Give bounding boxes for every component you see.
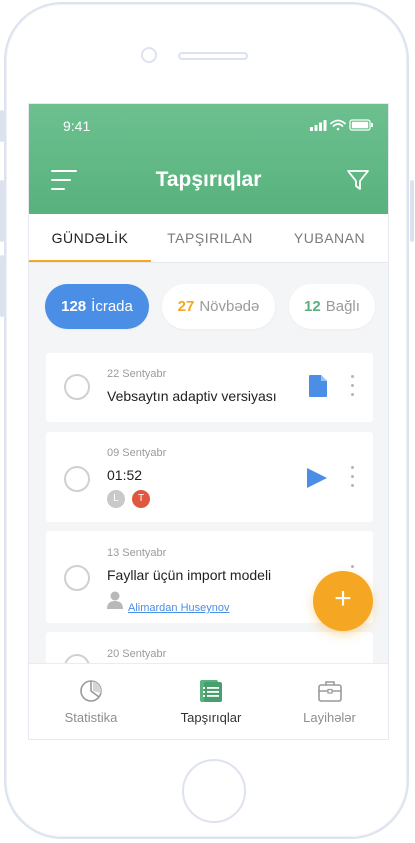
active-tab-indicator — [29, 260, 151, 262]
chip-count: 128 — [61, 298, 87, 315]
tab-yubanan[interactable]: YUBANAN — [269, 214, 388, 262]
task-card[interactable]: 22 Sentyabr Vebsaytın adaptiv versiyası — [46, 353, 373, 422]
earpiece-speaker — [178, 52, 248, 60]
tab-tapsirilan[interactable]: TAPŞIRILAN — [151, 214, 269, 262]
chip-count: 27 — [177, 298, 195, 315]
avatar: L — [107, 490, 125, 508]
filter-chip-icrada[interactable]: 128 İcrada — [45, 284, 149, 329]
more-options-icon[interactable] — [351, 375, 355, 401]
nav-item-tapsiriqlar[interactable]: Tapşırıqlar — [153, 664, 269, 739]
add-task-button[interactable]: + — [313, 571, 373, 631]
nav-label: Layihələr — [303, 710, 356, 725]
avatar: T — [132, 490, 150, 508]
nav-label: Statistika — [64, 710, 118, 725]
tab-gundelik[interactable]: GÜNDƏLİK — [29, 214, 151, 262]
page-title: Tapşırıqlar — [155, 168, 262, 191]
task-date: 22 Sentyabr — [107, 368, 167, 380]
filter-icon[interactable] — [346, 168, 370, 192]
tab-bar: GÜNDƏLİK TAPŞIRILAN YUBANAN — [29, 214, 388, 263]
pie-chart-icon — [80, 680, 102, 702]
front-camera — [141, 47, 157, 63]
task-list-icon — [200, 680, 222, 702]
chip-label: Bağlı — [325, 298, 360, 315]
task-date: 13 Sentyabr — [107, 547, 167, 559]
task-title: 01:52 — [107, 467, 143, 483]
task-checkbox[interactable] — [64, 466, 90, 492]
document-icon[interactable] — [309, 375, 327, 397]
home-button[interactable] — [182, 759, 246, 823]
task-date: 09 Sentyabr — [107, 447, 167, 459]
signal-icon — [310, 120, 327, 131]
nav-label: Tapşırıqlar — [180, 710, 242, 725]
chip-label: Növbədə — [199, 298, 260, 315]
chip-count: 12 — [304, 298, 321, 315]
task-title: Fayllar üçün import modeli — [107, 567, 272, 583]
app-bar: 9:41 Tapşırıqlar — [29, 104, 388, 214]
wifi-icon — [330, 119, 346, 131]
task-date: 20 Sentyabr — [107, 648, 167, 660]
status-icons — [310, 119, 373, 131]
more-options-icon[interactable] — [351, 466, 355, 492]
filter-chip-bagli[interactable]: 12 Bağlı — [289, 284, 375, 329]
bottom-navigation: Statistika Tapşırıqlar Layihələr — [29, 663, 388, 739]
battery-icon — [349, 119, 373, 131]
side-button-power — [410, 180, 414, 242]
task-checkbox[interactable] — [64, 565, 90, 591]
chip-label: İcrada — [91, 298, 133, 315]
user-icon — [107, 591, 123, 609]
filter-chip-novbede[interactable]: 27 Növbədə — [162, 284, 275, 329]
task-title: Vebsaytın adaptiv versiyası — [107, 388, 277, 404]
nav-item-layiheler[interactable]: Layihələr — [269, 664, 388, 739]
app-screen: 9:41 Tapşırıqlar GÜNDƏLİK TAPŞIRILAN YUB… — [28, 103, 389, 740]
plus-icon: + — [334, 582, 352, 615]
play-icon[interactable] — [306, 467, 328, 489]
task-card[interactable]: 09 Sentyabr 01:52 L T — [46, 432, 373, 522]
assignee-link[interactable]: Alimardan Huseynov — [128, 602, 230, 614]
status-time: 9:41 — [63, 118, 91, 134]
task-checkbox[interactable] — [64, 374, 90, 400]
nav-item-statistika[interactable]: Statistika — [29, 664, 153, 739]
briefcase-icon — [317, 681, 342, 702]
